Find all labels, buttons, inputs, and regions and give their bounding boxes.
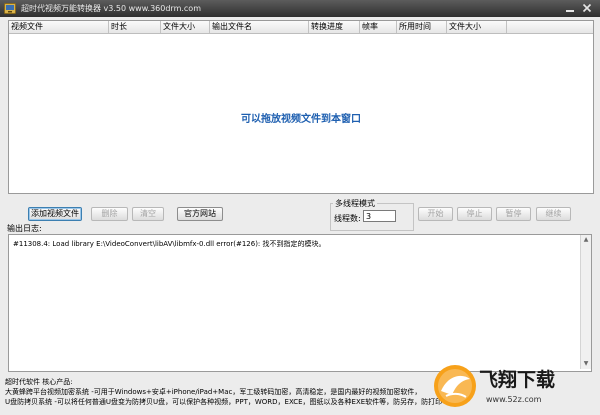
start-button[interactable]: 开始 <box>418 207 453 221</box>
multithread-group: 多线程模式 线程数: 3 <box>330 198 414 231</box>
app-window: 超时代视频万能转换器 v3.50 www.360drm.com 视频文件 时长 … <box>0 0 600 415</box>
log-line: #11308.4: Load library E:\VideoConvert\l… <box>13 240 326 248</box>
output-log[interactable]: #11308.4: Load library E:\VideoConvert\l… <box>8 234 592 372</box>
column-header-duration[interactable]: 时长 <box>109 21 161 33</box>
official-site-button[interactable]: 官方网站 <box>177 207 223 221</box>
log-scrollbar[interactable]: ▲ ▼ <box>580 235 591 369</box>
watermark-bird-icon <box>434 365 476 407</box>
output-log-label: 输出日志: <box>7 224 42 233</box>
column-header-output-name[interactable]: 输出文件名 <box>210 21 309 33</box>
resume-button[interactable]: 继续 <box>536 207 571 221</box>
close-icon[interactable] <box>580 2 594 14</box>
footer-line: 超时代软件 核心产品: <box>5 378 73 386</box>
window-title: 超时代视频万能转换器 v3.50 www.360drm.com <box>21 4 201 13</box>
watermark-logo: 飞翔下载 www.52z.com <box>432 363 555 410</box>
stop-button[interactable]: 停止 <box>457 207 492 221</box>
drop-hint: 可以拖放视频文件到本窗口 <box>241 114 361 125</box>
scroll-down-icon[interactable]: ▼ <box>581 359 591 369</box>
watermark-url: www.52z.com <box>486 395 542 404</box>
minimize-icon[interactable] <box>563 2 577 14</box>
list-header: 视频文件 时长 文件大小 输出文件名 转换进度 帧率 所用时间 文件大小 <box>9 21 593 34</box>
add-video-button[interactable]: 添加视频文件 <box>28 207 82 221</box>
column-header-frame-rate[interactable]: 帧率 <box>360 21 397 33</box>
column-header-video-file[interactable]: 视频文件 <box>9 21 109 33</box>
column-header-file-size[interactable]: 文件大小 <box>161 21 210 33</box>
title-bar[interactable]: 超时代视频万能转换器 v3.50 www.360drm.com <box>0 0 600 17</box>
footer-line: U盘防拷贝系统 -可以将任何普通U盘变为防拷贝U盘，可以保护各种视频，PPT，W… <box>5 398 443 406</box>
watermark-text: 飞翔下载 <box>479 369 556 391</box>
scroll-up-icon[interactable]: ▲ <box>581 235 591 245</box>
footer-line: 大黄蜂跨平台视频加密系统 -可用于Windows+安卓+iPhone/iPad+… <box>5 388 422 396</box>
thread-count-input[interactable]: 3 <box>363 210 396 222</box>
multithread-title: 多线程模式 <box>333 198 377 209</box>
clear-button[interactable]: 清空 <box>132 207 164 221</box>
pause-button[interactable]: 暂停 <box>496 207 531 221</box>
app-icon <box>4 3 16 14</box>
video-file-list[interactable]: 视频文件 时长 文件大小 输出文件名 转换进度 帧率 所用时间 文件大小 可以拖… <box>8 20 594 194</box>
column-header-time-used[interactable]: 所用时间 <box>397 21 447 33</box>
thread-count-label: 线程数: <box>334 214 361 223</box>
delete-button[interactable]: 删除 <box>91 207 128 221</box>
column-header-progress[interactable]: 转换进度 <box>309 21 360 33</box>
column-header-output-size[interactable]: 文件大小 <box>447 21 507 33</box>
footer-info: 超时代软件 核心产品: 大黄蜂跨平台视频加密系统 -可用于Windows+安卓+… <box>5 377 442 407</box>
